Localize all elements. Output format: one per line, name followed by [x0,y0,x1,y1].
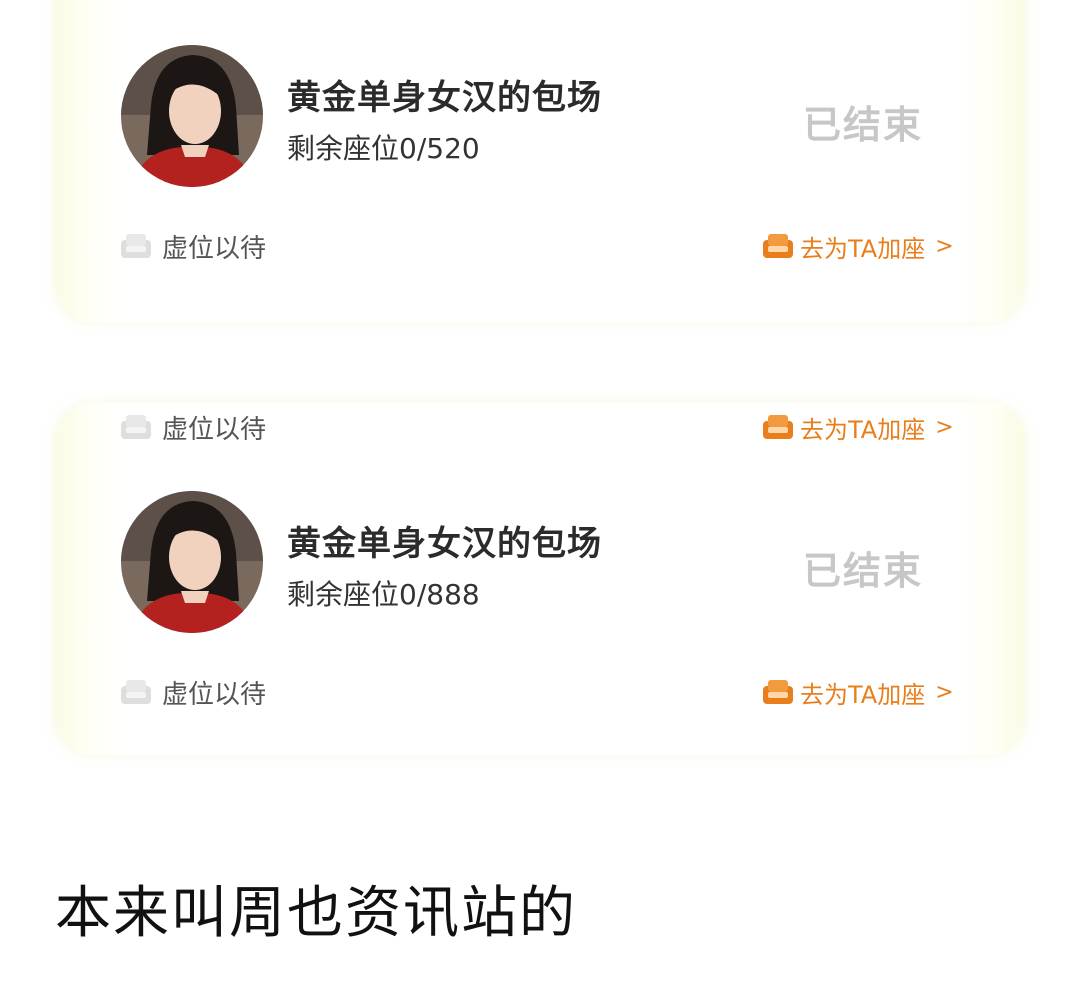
reserve-slot: 虚位以待 [120,230,267,264]
add-seat-label: 去为TA加座 [800,234,926,263]
avatar[interactable] [121,491,263,633]
reserve-label: 虚位以待 [162,679,267,710]
empty-seat-icon [120,413,152,441]
orange-seat-icon [762,413,794,441]
chevron-right-icon: > [935,679,954,705]
reserve-label: 虚位以待 [162,414,267,445]
reserve-slot: 虚位以待 [120,411,267,445]
seats-remaining: 剩余座位0/520 [287,132,480,165]
add-seat-label: 去为TA加座 [800,415,926,444]
orange-seat-icon [762,232,794,260]
add-seat-button[interactable]: 去为TA加座 > [762,230,954,263]
add-seat-label: 去为TA加座 [800,680,926,709]
empty-seat-icon [120,232,152,260]
add-seat-button[interactable]: 去为TA加座 > [762,411,954,444]
avatar-photo [121,491,263,633]
orange-seat-icon [762,678,794,706]
seats-remaining: 剩余座位0/888 [287,578,480,611]
card-title: 黄金单身女汉的包场 [287,78,602,118]
card-title: 黄金单身女汉的包场 [287,524,602,564]
chevron-right-icon: > [935,414,954,440]
add-seat-button[interactable]: 去为TA加座 > [762,676,954,709]
status-badge: 已结束 [803,549,924,593]
avatar-photo [121,45,263,187]
caption-text: 本来叫周也资讯站的 [55,881,577,946]
avatar[interactable] [121,45,263,187]
reserve-slot: 虚位以待 [120,676,267,710]
empty-seat-icon [120,678,152,706]
status-badge: 已结束 [803,103,924,147]
chevron-right-icon: > [935,233,954,259]
reserve-label: 虚位以待 [162,233,267,264]
